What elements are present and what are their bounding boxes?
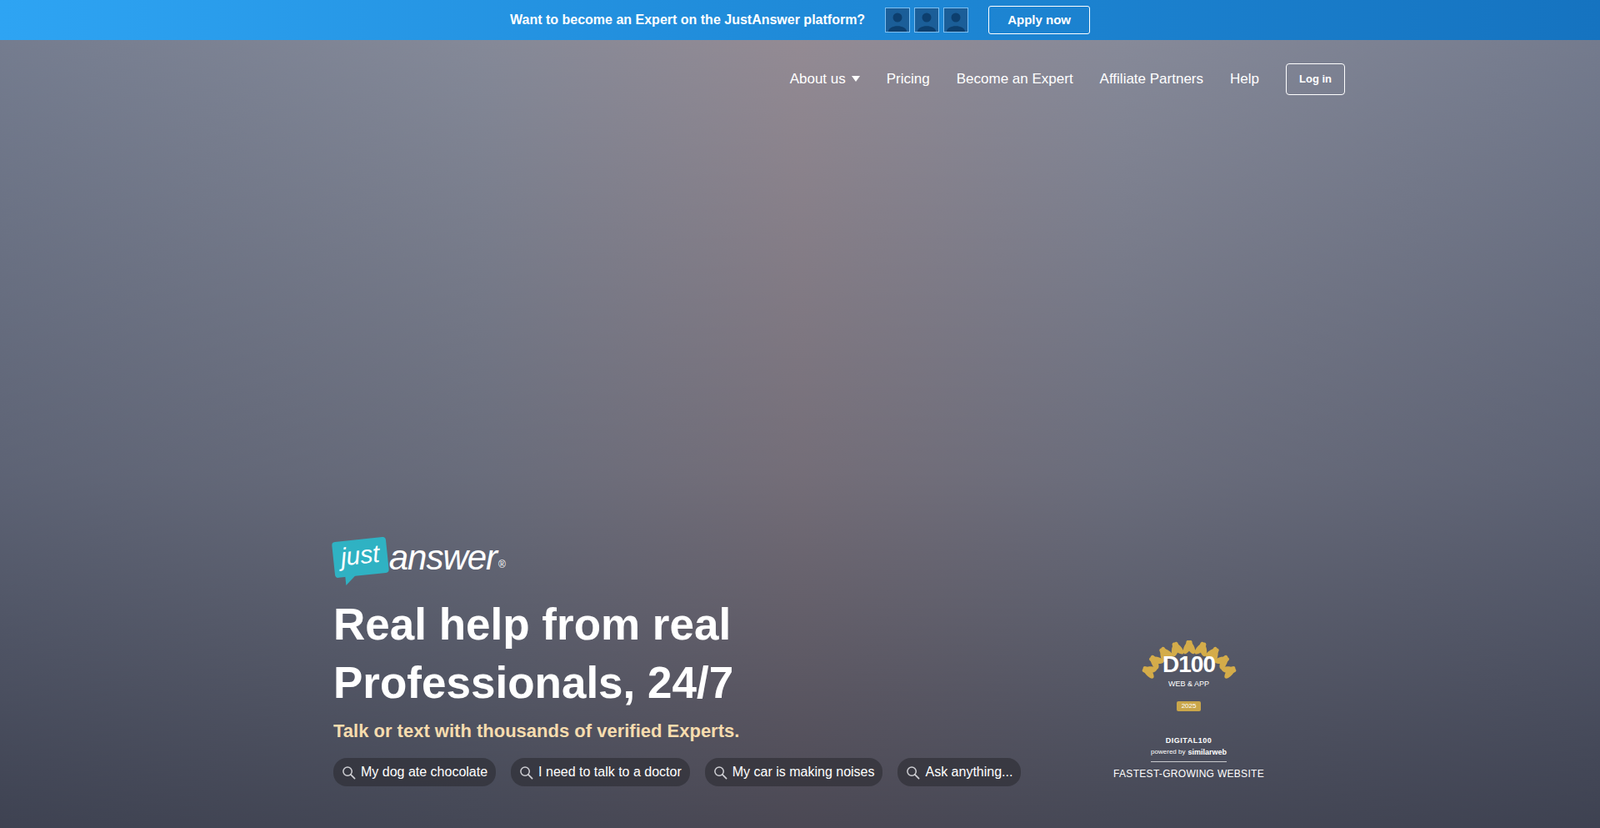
hero-title: Real help from real Professionals, 24/7 [333,595,800,712]
hero: About us Pricing Become an Expert Affiliate… [0,40,1600,828]
powered-label: powered by [1150,746,1185,757]
top-nav: About us Pricing Become an Expert Affiliate… [333,63,1345,95]
logo-mark: ® [498,556,506,572]
login-button[interactable]: Log in [1285,63,1345,95]
banner-text: Want to become an Expert on the JustAnsw… [510,10,865,30]
nav-link[interactable]: About us [790,68,860,90]
hero-bottom: justanswer® Real help from real Professio… [333,539,1345,786]
search-icon [341,765,356,780]
search-icon [519,765,534,780]
suggestion-text: I need to talk to a doctor [538,761,682,782]
hero-content: justanswer® Real help from real Professio… [333,539,1021,786]
partner-name: similarweb [1187,746,1227,759]
suggestion-pill[interactable]: My dog ate chocolate [333,757,496,786]
nav-label: Help [1230,68,1260,90]
caret-icon [851,75,860,82]
expert-avatars [885,7,969,33]
hero-subtitle: Talk or text with thousands of verified … [333,716,1021,745]
nav-label: About us [790,68,846,90]
expert-avatar [885,7,910,33]
suggestion-text: My dog ate chocolate [360,761,488,782]
nav-link[interactable]: Pricing [886,68,930,90]
nav-link[interactable]: Help [1230,68,1260,90]
person-icon [945,10,967,32]
award-logo: D100 [1162,652,1215,676]
search-icon [905,765,920,780]
nav-label: Affiliate Partners [1100,68,1204,90]
apply-button[interactable]: Apply now [988,5,1090,35]
logo-word: answer [389,540,497,575]
suggestion-pill[interactable]: I need to talk to a doctor [510,757,690,786]
award-wreath: D100 WEB & APP 2025 [1134,640,1245,730]
expert-banner: Want to become an Expert on the JustAnsw… [0,0,1600,40]
suggestion-text: My car is making noises [732,761,875,782]
logo-badge: just [331,536,390,579]
suggestion-pill[interactable]: My car is making noises [705,757,884,786]
spacer [333,95,1345,540]
award-year: 2025 [1176,700,1202,711]
award-category: WEB & APP [1168,678,1210,690]
award-caption: FASTEST-GROWING WEBSITE [1113,765,1265,781]
search-icon [713,765,728,780]
suggestion-pill[interactable]: Ask anything... [897,757,1021,786]
nav-label: Become an Expert [956,68,1074,90]
nav-link[interactable]: Affiliate Partners [1100,68,1204,90]
expert-avatar [943,7,969,33]
justanswer-logo[interactable]: justanswer® [333,539,1021,575]
nav-link[interactable]: Become an Expert [956,68,1074,90]
expert-avatar [914,7,940,33]
person-icon [886,10,909,32]
suggestion-list: My dog ate chocolate I need to talk to a … [333,757,1021,786]
award-name: DIGITAL100 [1165,735,1212,747]
suggestion-text: Ask anything... [925,761,1013,782]
award-powered: powered bysimilarweb [1150,746,1227,763]
nav-label: Pricing [886,68,930,90]
award-badge: D100 WEB & APP 2025 DIGITAL100powered bysim… [1113,640,1265,781]
person-icon [915,10,938,32]
